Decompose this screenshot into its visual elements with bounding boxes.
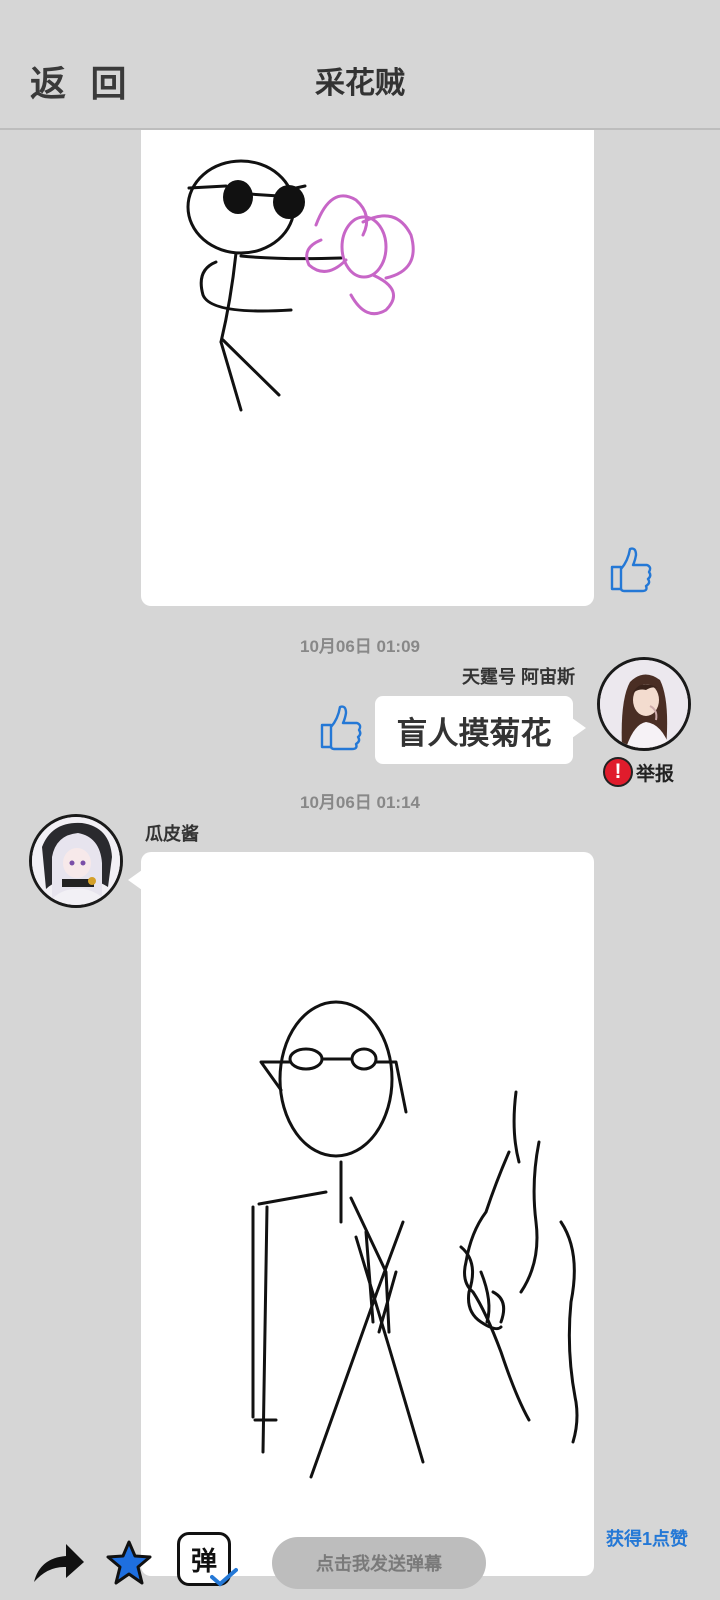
sender-name: 瓜皮酱 [145, 824, 199, 844]
drawing-card-flower[interactable] [141, 110, 594, 606]
message-timestamp: 10月06日 01:09 [299, 637, 421, 656]
drawing-card-figure[interactable] [141, 852, 594, 1576]
danmaku-toggle-icon[interactable]: 弹 [177, 1532, 238, 1587]
report-button[interactable]: ! 举报 [603, 757, 674, 787]
avatar-portrait-icon [600, 660, 688, 748]
message-bubble[interactable]: 盲人摸菊花 [375, 696, 573, 764]
user-avatar[interactable] [29, 814, 123, 908]
message-timestamp: 10月06日 01:14 [299, 793, 421, 812]
check-icon [210, 1568, 238, 1587]
likes-earned-label: 获得1点赞 [606, 1529, 689, 1549]
thumbs-up-icon[interactable] [606, 543, 654, 595]
page-title: 采花贼 [315, 67, 405, 100]
flower-drawing [186, 159, 415, 412]
star-icon[interactable] [104, 1538, 154, 1588]
report-label: 举报 [636, 763, 675, 785]
top-bar: 返 回 采花贼 [0, 0, 720, 130]
thumbs-up-icon[interactable] [316, 701, 364, 753]
danmaku-input[interactable]: 点击我发送弹幕 [272, 1537, 486, 1589]
figure-drawing [251, 1000, 579, 1479]
share-arrow-icon[interactable] [30, 1540, 86, 1586]
sender-name: 天霆号 阿宙斯 [461, 667, 575, 687]
bubble-tail [572, 718, 586, 738]
alert-icon: ! [603, 757, 633, 787]
bubble-tail [128, 870, 142, 890]
user-avatar[interactable] [597, 657, 691, 751]
avatar-portrait-icon [32, 817, 120, 905]
